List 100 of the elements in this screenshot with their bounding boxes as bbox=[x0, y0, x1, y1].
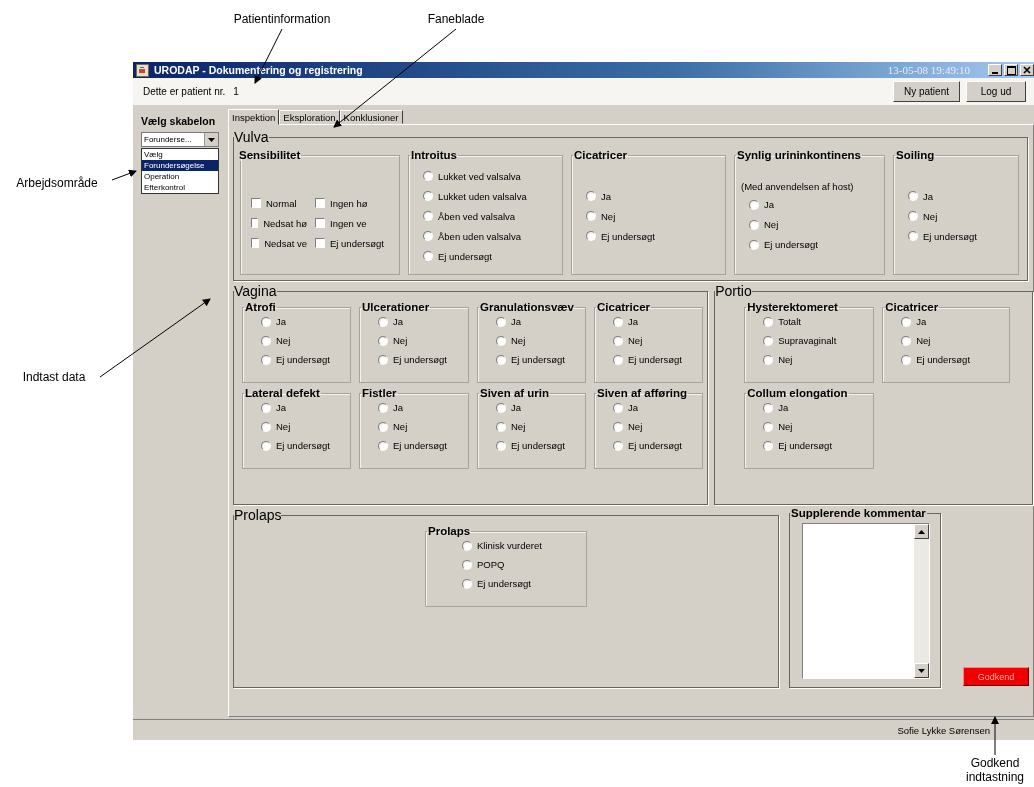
dropdown-item[interactable]: Operation bbox=[142, 171, 218, 182]
radio-button[interactable] bbox=[261, 335, 271, 346]
radio-button[interactable] bbox=[749, 239, 759, 250]
radio-option[interactable]: Ja bbox=[378, 401, 464, 414]
radio-button[interactable] bbox=[613, 402, 623, 413]
radio-option[interactable]: Ja bbox=[763, 401, 870, 414]
dropdown-item[interactable]: Vælg bbox=[142, 149, 218, 160]
radio-button[interactable] bbox=[908, 211, 918, 221]
radio-button[interactable] bbox=[613, 440, 623, 451]
radio-option[interactable]: Ej undersøgt bbox=[586, 229, 721, 243]
radio-button[interactable] bbox=[423, 231, 433, 241]
toolbar-button[interactable]: Ny patient bbox=[892, 81, 960, 102]
checkbox-option[interactable]: Ej undersøgt bbox=[315, 236, 395, 250]
radio-button[interactable] bbox=[613, 316, 623, 327]
tab[interactable]: Eksploration bbox=[279, 110, 340, 124]
radio-button[interactable] bbox=[378, 354, 388, 365]
radio-option[interactable]: Ja bbox=[261, 315, 346, 328]
radio-button[interactable] bbox=[586, 211, 596, 221]
radio-option[interactable]: Ej undersøgt bbox=[763, 439, 870, 452]
checkbox[interactable] bbox=[251, 198, 261, 208]
checkbox[interactable] bbox=[315, 238, 325, 248]
radio-option[interactable]: Ja bbox=[496, 315, 581, 328]
radio-button[interactable] bbox=[423, 191, 433, 201]
radio-button[interactable] bbox=[261, 402, 271, 413]
radio-button[interactable] bbox=[901, 335, 912, 346]
radio-button[interactable] bbox=[496, 440, 506, 451]
radio-option[interactable]: Ej undersøgt bbox=[908, 229, 1014, 243]
radio-button[interactable] bbox=[378, 402, 388, 413]
radio-option[interactable]: Nej bbox=[749, 217, 880, 232]
radio-button[interactable] bbox=[496, 316, 506, 327]
checkbox[interactable] bbox=[251, 218, 259, 228]
minimize-button[interactable] bbox=[988, 64, 1002, 76]
checkbox-option[interactable]: Ingen ve bbox=[315, 216, 395, 230]
close-button[interactable] bbox=[1020, 64, 1034, 76]
checkbox-option[interactable]: Normal bbox=[251, 196, 307, 210]
radio-option[interactable]: Nej bbox=[261, 420, 346, 433]
toolbar-button[interactable]: Log ud bbox=[966, 81, 1026, 102]
radio-option[interactable]: Nej bbox=[378, 334, 464, 347]
checkbox[interactable] bbox=[315, 198, 325, 208]
checkbox-option[interactable]: Nedsat ve bbox=[251, 236, 307, 250]
radio-button[interactable] bbox=[763, 402, 774, 413]
radio-button[interactable] bbox=[908, 191, 918, 201]
radio-option[interactable]: Ja bbox=[901, 315, 1006, 328]
radio-option[interactable]: Nej bbox=[378, 420, 464, 433]
radio-option[interactable]: Nej bbox=[496, 334, 581, 347]
radio-option[interactable]: Ej undersøgt bbox=[378, 439, 464, 452]
radio-option[interactable]: Ja bbox=[613, 401, 698, 414]
checkbox[interactable] bbox=[315, 218, 325, 228]
radio-option[interactable]: Nej bbox=[613, 334, 698, 347]
checkbox[interactable] bbox=[251, 238, 260, 248]
radio-button[interactable] bbox=[749, 199, 759, 210]
radio-button[interactable] bbox=[378, 316, 388, 327]
radio-option[interactable]: Nej bbox=[763, 420, 870, 433]
dropdown-item[interactable]: Forundersøgelse bbox=[142, 160, 218, 171]
radio-option[interactable]: Lukket uden valsalva bbox=[423, 189, 558, 203]
radio-button[interactable] bbox=[496, 335, 506, 346]
radio-option[interactable]: Ej undersøgt bbox=[423, 249, 558, 263]
radio-option[interactable]: Ja bbox=[378, 315, 464, 328]
radio-button[interactable] bbox=[378, 421, 388, 432]
radio-button[interactable] bbox=[613, 335, 623, 346]
template-dropdown[interactable]: Forunderse... bbox=[141, 132, 219, 147]
radio-button[interactable] bbox=[423, 211, 433, 221]
radio-option[interactable]: Ej undersøgt bbox=[462, 577, 582, 590]
radio-button[interactable] bbox=[763, 440, 774, 451]
radio-option[interactable]: Ej undersøgt bbox=[901, 353, 1006, 366]
radio-button[interactable] bbox=[496, 354, 506, 365]
radio-option[interactable]: Åben uden valsalva bbox=[423, 229, 558, 243]
radio-option[interactable]: Nej bbox=[586, 209, 721, 223]
radio-button[interactable] bbox=[423, 171, 433, 181]
radio-option[interactable]: Lukket ved valsalva bbox=[423, 169, 558, 183]
comment-field[interactable] bbox=[802, 523, 930, 679]
radio-button[interactable] bbox=[261, 316, 271, 327]
radio-option[interactable]: Ej undersøgt bbox=[261, 439, 346, 452]
dropdown-button[interactable] bbox=[204, 133, 218, 146]
radio-button[interactable] bbox=[586, 191, 596, 201]
radio-button[interactable] bbox=[586, 231, 596, 241]
radio-option[interactable]: Ja bbox=[613, 315, 698, 328]
radio-option[interactable]: Supravaginalt bbox=[763, 334, 870, 347]
radio-button[interactable] bbox=[462, 540, 472, 551]
radio-button[interactable] bbox=[901, 354, 912, 365]
radio-option[interactable]: Ja bbox=[908, 189, 1014, 203]
radio-option[interactable]: Nej bbox=[763, 353, 870, 366]
radio-button[interactable] bbox=[261, 421, 271, 432]
radio-button[interactable] bbox=[763, 316, 774, 327]
radio-button[interactable] bbox=[462, 559, 472, 570]
radio-option[interactable]: Nej bbox=[613, 420, 698, 433]
radio-option[interactable]: Nej bbox=[496, 420, 581, 433]
checkbox-option[interactable]: Nedsat hø bbox=[251, 216, 307, 230]
radio-option[interactable]: Ej undersøgt bbox=[378, 353, 464, 366]
radio-button[interactable] bbox=[378, 335, 388, 346]
radio-option[interactable]: Ej undersøgt bbox=[749, 237, 880, 252]
radio-button[interactable] bbox=[763, 354, 774, 365]
radio-option[interactable]: Nej bbox=[908, 209, 1014, 223]
radio-option[interactable]: Ej undersøgt bbox=[496, 439, 581, 452]
radio-option[interactable]: Nej bbox=[901, 334, 1006, 347]
radio-button[interactable] bbox=[423, 251, 433, 261]
radio-option[interactable]: Ej undersøgt bbox=[613, 353, 698, 366]
radio-button[interactable] bbox=[749, 219, 759, 230]
radio-button[interactable] bbox=[378, 440, 388, 451]
radio-button[interactable] bbox=[496, 402, 506, 413]
